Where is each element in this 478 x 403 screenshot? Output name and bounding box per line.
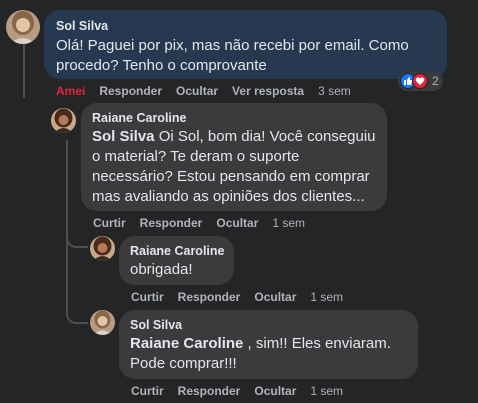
reply-2-actions: Curtir Responder Ocultar 1 sem <box>131 289 357 305</box>
thread-line-main <box>23 44 25 98</box>
reply-3-hide-button[interactable]: Ocultar <box>254 384 296 398</box>
reply-1-hide-button[interactable]: Ocultar <box>216 216 258 230</box>
reply-2-timestamp[interactable]: 1 sem <box>310 290 343 304</box>
reply-1-actions: Curtir Responder Ocultar 1 sem <box>93 215 319 231</box>
comment-actions: Amei Responder Ocultar Ver resposta 3 sem <box>56 83 365 99</box>
reply-3-text: Raiane Caroline , sim!! Eles enviaram. P… <box>130 334 412 374</box>
avatar-raiane-caroline[interactable] <box>90 236 115 261</box>
love-icon <box>412 73 428 89</box>
reply-3-like-button[interactable]: Curtir <box>131 384 164 398</box>
reply-3-reply-button[interactable]: Responder <box>178 384 241 398</box>
love-button[interactable]: Amei <box>56 84 85 98</box>
comment-author[interactable]: Sol Silva <box>56 18 108 34</box>
reply-1-timestamp[interactable]: 1 sem <box>272 216 305 230</box>
reply-1-reply-button[interactable]: Responder <box>140 216 203 230</box>
reply-3-timestamp[interactable]: 1 sem <box>310 384 343 398</box>
comment-bubble: Sol Silva Olá! Paguei por pix, mas não r… <box>44 10 447 79</box>
reply-1-text: Sol Silva Oi Sol, bom dia! Você consegui… <box>92 127 382 207</box>
reply-1-like-button[interactable]: Curtir <box>93 216 126 230</box>
comment-timestamp[interactable]: 3 sem <box>318 84 351 98</box>
reply-button[interactable]: Responder <box>99 84 162 98</box>
reply-bubble-1: Raiane Caroline Sol Silva Oi Sol, bom di… <box>81 103 387 211</box>
reaction-count: 2 <box>432 74 439 88</box>
hide-button[interactable]: Ocultar <box>176 84 218 98</box>
reply-3-actions: Curtir Responder Ocultar 1 sem <box>131 383 357 399</box>
thread-line-reply-1-to-3 <box>66 240 88 324</box>
reply-2-author[interactable]: Raiane Caroline <box>130 243 224 259</box>
reply-2-like-button[interactable]: Curtir <box>131 290 164 304</box>
reply-1-author[interactable]: Raiane Caroline <box>92 110 186 126</box>
reply-bubble-2: Raiane Caroline obrigada! <box>119 236 234 285</box>
reply-2-hide-button[interactable]: Ocultar <box>254 290 296 304</box>
avatar-raiane-caroline[interactable] <box>51 108 76 133</box>
comment-text: Olá! Paguei por pix, mas não recebi por … <box>56 37 409 74</box>
reply-1-mention[interactable]: Sol Silva <box>92 128 155 145</box>
reply-2-text: obrigada! <box>130 261 193 278</box>
reply-bubble-3: Sol Silva Raiane Caroline , sim!! Eles e… <box>119 310 418 379</box>
reply-3-mention[interactable]: Raiane Caroline <box>130 335 243 352</box>
avatar-sol-silva[interactable] <box>6 10 40 44</box>
avatar-sol-silva[interactable] <box>90 310 115 335</box>
reply-2-reply-button[interactable]: Responder <box>178 290 241 304</box>
reply-3-author[interactable]: Sol Silva <box>130 317 182 333</box>
view-replies-link[interactable]: Ver resposta <box>232 84 304 98</box>
reaction-summary[interactable]: 2 <box>398 71 443 91</box>
